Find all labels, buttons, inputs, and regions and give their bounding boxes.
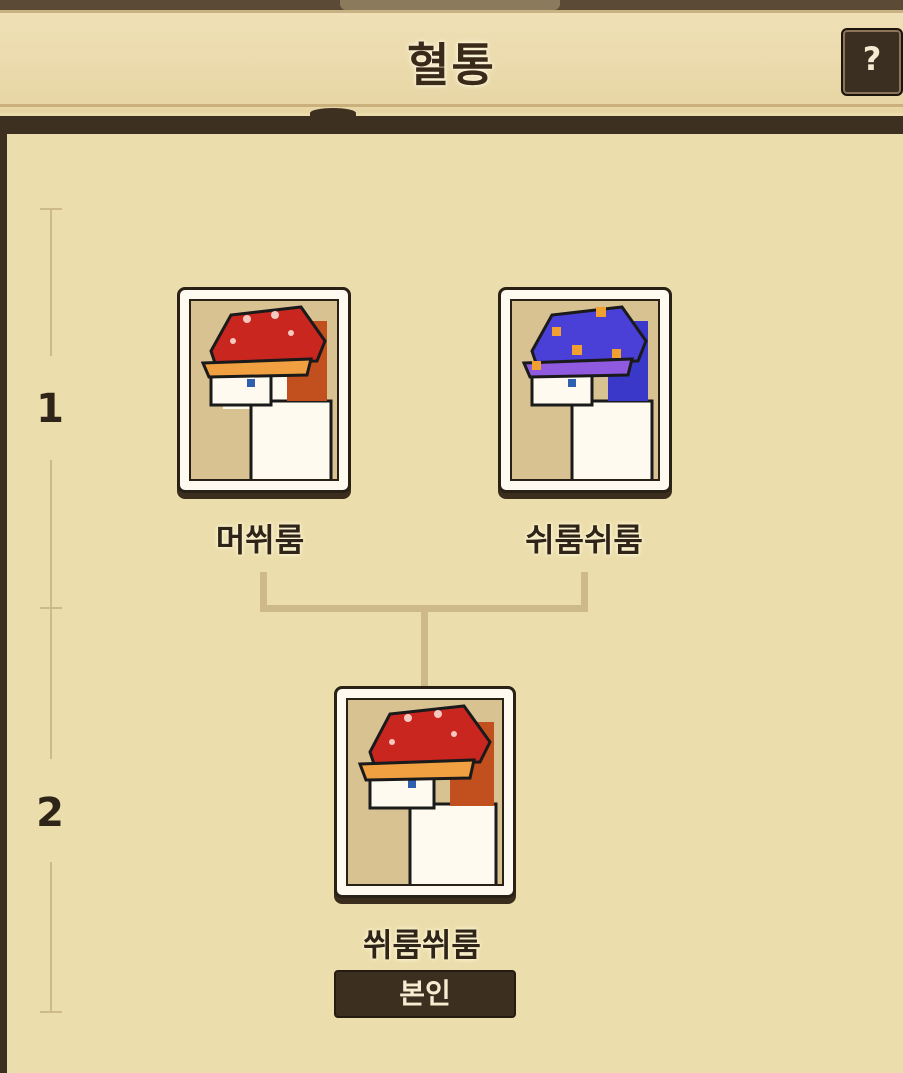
- self-card[interactable]: [334, 686, 516, 898]
- generation-line: [50, 862, 52, 1012]
- connector-bar: [260, 605, 588, 612]
- portrait-frame: [346, 698, 504, 886]
- generation-tick: [40, 1011, 62, 1013]
- top-tab: [340, 0, 560, 10]
- parent-card-1[interactable]: [177, 287, 351, 493]
- generation-line: [50, 208, 52, 356]
- help-button[interactable]: ?: [841, 28, 903, 96]
- header-border: [0, 104, 903, 107]
- generation-number-2: 2: [36, 790, 64, 836]
- connector-down: [421, 612, 428, 688]
- portrait-frame: [510, 299, 660, 481]
- page-title: 혈통: [407, 38, 496, 92]
- self-name: 쒸룸쒸룸: [363, 926, 481, 964]
- self-badge: 본인: [334, 970, 516, 1018]
- generation-line: [50, 609, 52, 759]
- header: 혈통: [0, 10, 903, 113]
- parent-card-2[interactable]: [498, 287, 672, 493]
- help-icon: ?: [862, 40, 882, 78]
- alpaca-portrait-red: [200, 305, 333, 479]
- generation-number-1: 1: [36, 386, 64, 432]
- parent-name-2: 쉬룸쉬룸: [525, 521, 643, 559]
- portrait-frame: [189, 299, 339, 481]
- header-divider: [0, 108, 903, 136]
- alpaca-portrait-blue: [521, 305, 654, 479]
- divider-bump: [310, 108, 356, 118]
- generation-line: [50, 460, 52, 608]
- alpaca-portrait-self: [357, 704, 498, 884]
- parent-name-1: 머쒸룸: [215, 521, 305, 559]
